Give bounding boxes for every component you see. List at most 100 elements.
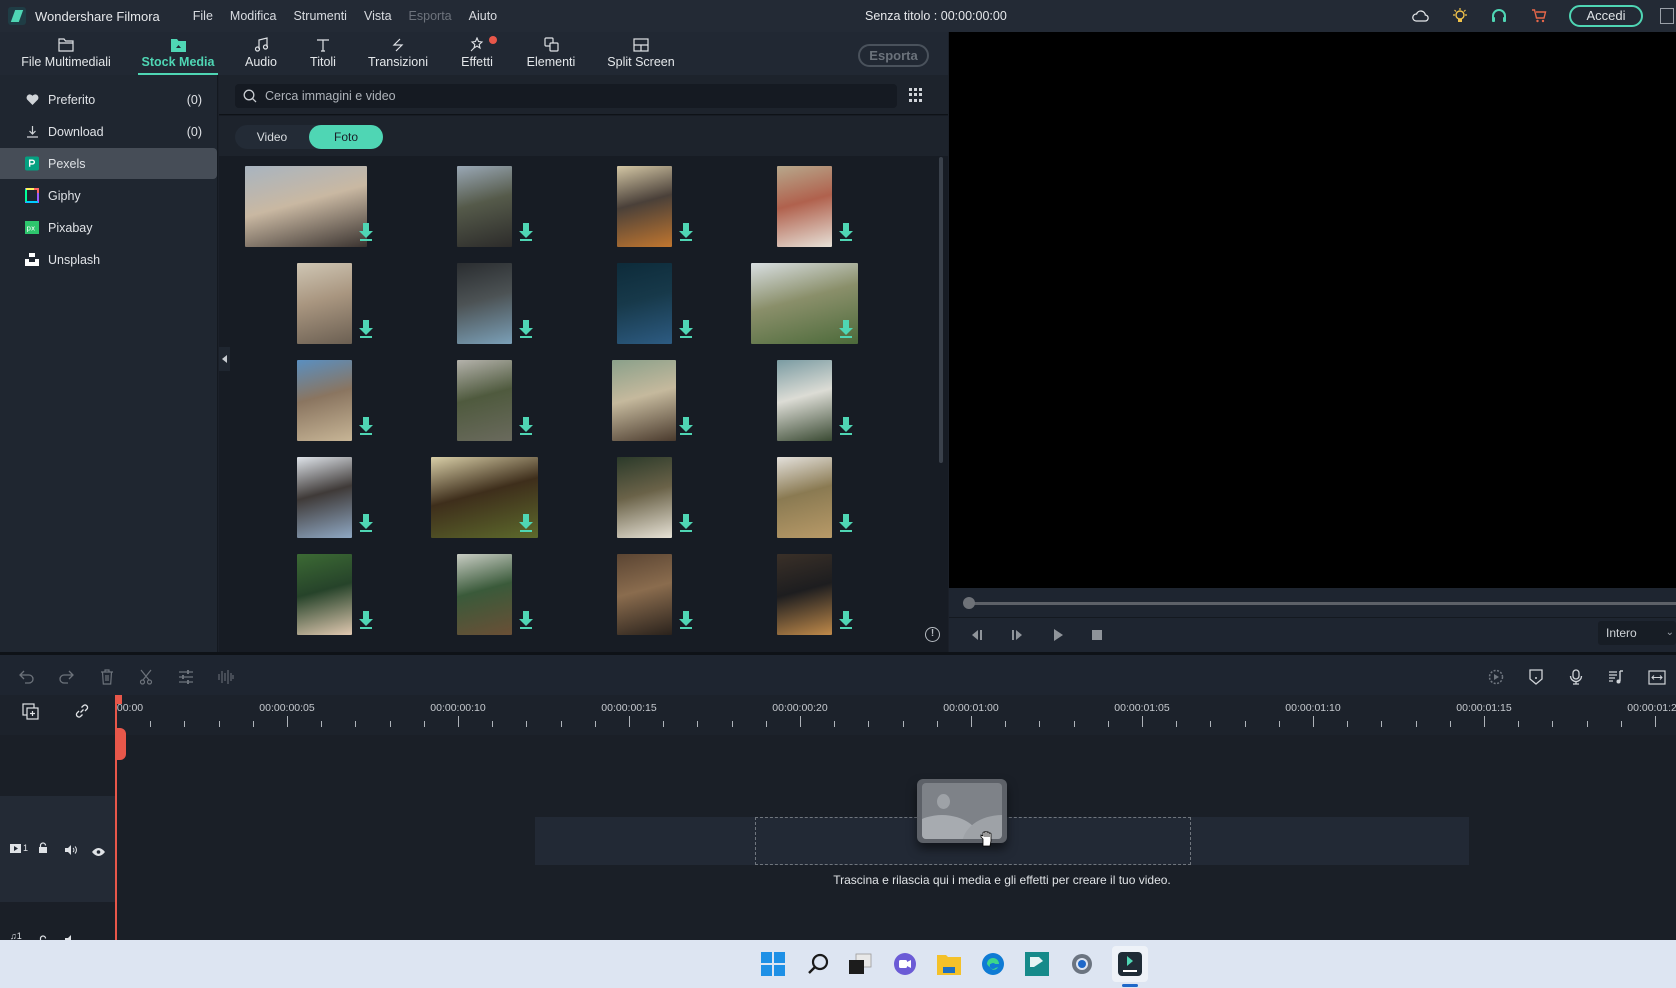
photo-item[interactable] [725, 554, 885, 651]
photo-item[interactable] [405, 263, 565, 360]
download-icon[interactable] [359, 320, 373, 338]
photo-item[interactable] [565, 166, 725, 263]
stop-icon[interactable] [1092, 628, 1103, 646]
download-icon[interactable] [679, 320, 693, 338]
photo-thumbnail[interactable] [616, 166, 672, 247]
photo-item[interactable] [725, 360, 885, 457]
menu-aiuto[interactable]: Aiuto [469, 9, 498, 23]
photo-item[interactable] [245, 166, 405, 263]
photo-thumbnail[interactable] [296, 554, 352, 635]
photo-item[interactable] [565, 457, 725, 554]
photo-item[interactable] [245, 263, 405, 360]
photo-item[interactable] [405, 166, 565, 263]
download-icon[interactable] [679, 223, 693, 241]
photo-thumbnail[interactable] [456, 360, 512, 441]
tab-titoli[interactable]: Titoli [306, 32, 340, 75]
info-icon[interactable]: ! [925, 627, 940, 642]
next-frame-icon[interactable] [1011, 628, 1023, 646]
download-icon[interactable] [839, 514, 853, 532]
download-icon[interactable] [359, 417, 373, 435]
playback-progress-track[interactable] [966, 602, 1676, 605]
tab-transizioni[interactable]: Transizioni [368, 32, 428, 75]
marker-icon[interactable] [1526, 667, 1546, 687]
download-icon[interactable] [839, 223, 853, 241]
search-icon[interactable] [804, 950, 832, 978]
sidebar-item-download[interactable]: Download (0) [0, 116, 218, 147]
windows-start-icon[interactable] [759, 950, 787, 978]
sidebar-item-pexels[interactable]: Pexels [0, 148, 217, 179]
tab-stock-media[interactable]: Stock Media [138, 32, 218, 75]
download-icon[interactable] [359, 223, 373, 241]
photo-item[interactable] [725, 457, 885, 554]
photo-item[interactable] [565, 554, 725, 651]
download-icon[interactable] [519, 611, 533, 629]
photo-item[interactable] [405, 360, 565, 457]
redo-icon[interactable] [56, 667, 76, 687]
task-view-icon[interactable] [846, 950, 874, 978]
eye-icon[interactable] [92, 843, 105, 861]
menu-file[interactable]: File [193, 9, 213, 23]
photo-item[interactable] [565, 263, 725, 360]
mic-icon[interactable] [1566, 667, 1586, 687]
login-button[interactable]: Accedi [1569, 5, 1643, 27]
cart-icon[interactable] [1530, 7, 1548, 25]
photo-thumbnail[interactable] [776, 554, 832, 635]
photo-thumbnail[interactable] [776, 457, 832, 538]
photo-thumbnail[interactable] [245, 166, 367, 247]
photo-thumbnail[interactable] [296, 457, 352, 538]
add-track-icon[interactable] [22, 703, 39, 725]
menu-vista[interactable]: Vista [364, 9, 392, 23]
teams-chat-icon[interactable] [891, 950, 919, 978]
timeline-ruler[interactable]: 00:00 00:00:00:05 00:00:00:10 00:00:00:15 00… [116, 695, 1676, 735]
lock-icon[interactable] [38, 841, 48, 859]
playhead-handle[interactable] [115, 728, 126, 760]
photo-thumbnail[interactable] [616, 457, 672, 538]
playback-progress-handle[interactable] [963, 597, 975, 609]
photo-item[interactable] [565, 360, 725, 457]
download-icon[interactable] [839, 611, 853, 629]
play-icon[interactable] [1053, 628, 1063, 646]
photo-item[interactable] [725, 263, 885, 360]
download-icon[interactable] [839, 320, 853, 338]
download-icon[interactable] [679, 514, 693, 532]
download-icon[interactable] [839, 417, 853, 435]
photo-thumbnail[interactable] [776, 166, 832, 247]
download-icon[interactable] [519, 514, 533, 532]
audio-wave-icon[interactable] [216, 667, 236, 687]
filter-foto[interactable]: Foto [309, 125, 383, 149]
headset-icon[interactable] [1490, 7, 1508, 25]
photo-item[interactable] [405, 554, 565, 651]
audio-mix-icon[interactable] [1606, 667, 1626, 687]
sidebar-item-giphy[interactable]: Giphy [0, 180, 218, 211]
photo-thumbnail[interactable] [612, 360, 676, 441]
delete-icon[interactable] [97, 667, 117, 687]
tab-elementi[interactable]: Elementi [526, 32, 576, 75]
preview-quality-select[interactable]: Intero ⌄ [1598, 621, 1676, 645]
cloud-icon[interactable] [1411, 7, 1429, 25]
tab-effetti[interactable]: Effetti [457, 32, 497, 75]
playhead-top[interactable] [115, 695, 122, 704]
render-icon[interactable] [1486, 667, 1506, 687]
lightbulb-icon[interactable] [1451, 7, 1469, 25]
collapse-sidebar-button[interactable] [219, 347, 230, 371]
photo-thumbnail[interactable] [456, 554, 512, 635]
photo-thumbnail[interactable] [296, 360, 352, 441]
menu-strumenti[interactable]: Strumenti [293, 9, 347, 23]
download-icon[interactable] [359, 611, 373, 629]
download-icon[interactable] [519, 320, 533, 338]
sidebar-item-preferito[interactable]: Preferito (0) [0, 84, 218, 115]
cut-icon[interactable] [136, 667, 156, 687]
grid-view-icon[interactable] [909, 88, 923, 102]
photo-thumbnail[interactable] [616, 554, 672, 635]
download-icon[interactable] [679, 417, 693, 435]
photo-thumbnail[interactable] [456, 263, 512, 344]
filter-video[interactable]: Video [235, 125, 309, 149]
sidebar-item-unsplash[interactable]: Unsplash [0, 244, 218, 275]
search-input[interactable] [265, 84, 865, 108]
photo-thumbnail[interactable] [776, 360, 832, 441]
filmora-taskbar-icon[interactable] [1112, 946, 1148, 982]
tab-audio[interactable]: Audio [243, 32, 279, 75]
sidebar-item-pixabay[interactable]: px Pixabay [0, 212, 218, 243]
photo-item[interactable] [725, 166, 885, 263]
prev-frame-icon[interactable] [971, 628, 983, 646]
